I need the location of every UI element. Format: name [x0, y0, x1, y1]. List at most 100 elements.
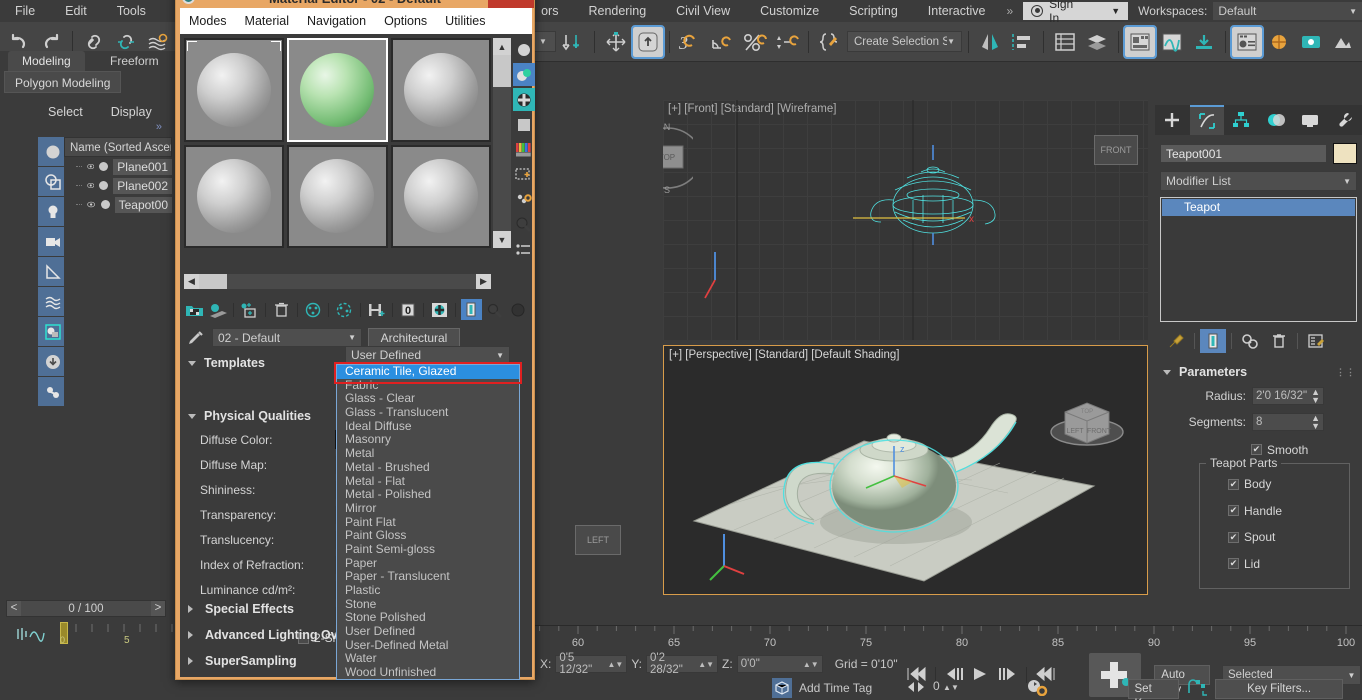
- put-to-library-icon[interactable]: [366, 299, 387, 320]
- scene-explorer-overflow[interactable]: »: [0, 119, 172, 133]
- tab-motion[interactable]: [1259, 105, 1294, 135]
- filter-groups-icon[interactable]: [38, 317, 67, 346]
- configure-modifier-sets-icon[interactable]: [1303, 329, 1329, 353]
- select-and-move-icon[interactable]: [601, 27, 631, 57]
- ribbon-tab-freeform[interactable]: Freeform: [96, 51, 173, 71]
- selection-set-combo[interactable]: Create Selection Se ▼: [847, 31, 962, 52]
- reset-map-icon[interactable]: [271, 299, 292, 320]
- pin-stack-icon[interactable]: [1163, 329, 1189, 353]
- make-unique-icon[interactable]: [334, 299, 355, 320]
- ribbon-tab-modeling[interactable]: Modeling: [8, 51, 85, 71]
- prev-key-arrow[interactable]: <: [7, 601, 21, 616]
- menu-edit[interactable]: Edit: [50, 0, 102, 22]
- filter-helpers-icon[interactable]: [38, 257, 67, 286]
- scene-converter-icon[interactable]: [1082, 27, 1112, 57]
- time-configuration-icon[interactable]: [1026, 678, 1048, 699]
- render-icon[interactable]: [1328, 27, 1358, 57]
- filter-cameras-icon[interactable]: [38, 227, 67, 256]
- make-unique-icon[interactable]: [1237, 329, 1263, 353]
- template-option[interactable]: Paint Gloss: [337, 529, 519, 543]
- template-combo[interactable]: User Defined ▼: [345, 346, 510, 364]
- sample-type-icon[interactable]: [513, 38, 535, 61]
- mat-menu-options[interactable]: Options: [375, 14, 436, 28]
- scrollbar-thumb[interactable]: [199, 274, 227, 289]
- template-option[interactable]: User-Defined Metal: [337, 638, 519, 653]
- options-icon[interactable]: [513, 188, 535, 211]
- material-id-channel-icon[interactable]: 0: [398, 299, 419, 320]
- template-option[interactable]: Masonry: [337, 433, 519, 447]
- template-option[interactable]: Metal: [337, 446, 519, 461]
- sample-slot-vscrollbar[interactable]: ▲ ▼: [493, 38, 511, 248]
- viewcube-left-face[interactable]: LEFT: [575, 525, 621, 555]
- sample-slot-2[interactable]: [287, 38, 388, 142]
- z-field[interactable]: 0'0" ▲▼: [736, 655, 823, 673]
- filter-bones-icon[interactable]: [38, 377, 67, 406]
- assign-material-to-selection-icon[interactable]: [239, 299, 260, 320]
- render-toggle-icon[interactable]: [100, 200, 110, 209]
- scene-explorer-row[interactable]: Plane002: [64, 176, 172, 195]
- select-object-icon[interactable]: [558, 27, 588, 57]
- scene-explorer-menu-select[interactable]: Select: [48, 105, 83, 119]
- viewport-perspective[interactable]: [+] [Perspective] [Standard] [Default Sh…: [663, 345, 1148, 595]
- tab-create[interactable]: [1155, 105, 1190, 135]
- template-option[interactable]: Paper - Translucent: [337, 570, 519, 584]
- template-option[interactable]: Stone Polished: [337, 611, 519, 625]
- render-production-icon[interactable]: [1296, 27, 1326, 57]
- named-selection-sets-icon[interactable]: [815, 27, 845, 57]
- object-name-input[interactable]: [1160, 144, 1327, 163]
- percent-snap-icon[interactable]: [740, 27, 770, 57]
- sample-slot-4[interactable]: [184, 144, 285, 248]
- template-option[interactable]: Plastic: [337, 583, 519, 598]
- ribbon-subtab-polygon-modeling[interactable]: Polygon Modeling: [4, 71, 122, 93]
- spinner-arrows-icon[interactable]: ▲▼: [1311, 414, 1320, 431]
- spinner-arrows-icon[interactable]: ▲▼: [943, 683, 959, 692]
- template-option[interactable]: Water: [337, 652, 519, 666]
- add-time-tag-row[interactable]: Add Time Tag: [772, 678, 872, 698]
- spinner-snap-icon[interactable]: [772, 27, 802, 57]
- object-color-swatch[interactable]: [1333, 143, 1357, 164]
- scene-explorer-row[interactable]: Teapot00: [64, 195, 172, 214]
- key-filters-button[interactable]: Key Filters...: [1215, 678, 1343, 699]
- current-frame-field[interactable]: 0 ▲▼: [933, 679, 1020, 699]
- scroll-down-icon[interactable]: ▼: [493, 231, 511, 248]
- template-option[interactable]: Stone: [337, 597, 519, 612]
- filter-shapes-icon[interactable]: [38, 167, 67, 196]
- menu-rendering[interactable]: Rendering: [573, 0, 661, 22]
- material-editor-titlebar[interactable]: Material Editor - 02 - Default: [176, 0, 534, 8]
- set-key-button[interactable]: Set Key: [1127, 678, 1180, 700]
- template-option[interactable]: Fabric: [337, 378, 519, 393]
- workspaces-combo[interactable]: Default ▼: [1213, 2, 1362, 20]
- template-option[interactable]: Paint Flat: [337, 515, 519, 530]
- modifier-stack[interactable]: Teapot: [1160, 197, 1357, 322]
- filter-xrefs-icon[interactable]: [38, 347, 67, 376]
- set-key-filters-icon[interactable]: [1185, 677, 1209, 700]
- go-forward-to-sibling-icon[interactable]: [508, 299, 529, 320]
- tab-hierarchy[interactable]: [1224, 105, 1259, 135]
- template-option[interactable]: Glass - Clear: [337, 392, 519, 406]
- filter-lights-icon[interactable]: [38, 197, 67, 226]
- viewport-front[interactable]: [+] [Front] [Standard] [Wireframe] x N W…: [663, 100, 1148, 340]
- material-id-channel-icon[interactable]: [513, 238, 535, 261]
- mat-menu-material[interactable]: Material: [236, 14, 298, 28]
- scene-object-name[interactable]: Plane002: [113, 177, 172, 194]
- spinner-arrows-icon[interactable]: ▲▼: [698, 660, 714, 669]
- scroll-up-icon[interactable]: ▲: [493, 38, 511, 55]
- select-and-rotate-icon[interactable]: [631, 24, 665, 59]
- template-option[interactable]: Ideal Diffuse: [337, 419, 519, 434]
- template-option[interactable]: Mirror: [337, 501, 519, 516]
- scrollbar-thumb[interactable]: [493, 55, 511, 87]
- teapot-part-checkbox[interactable]: ✔ Lid: [1228, 557, 1260, 571]
- material-editor-icon[interactable]: [1123, 24, 1157, 59]
- layer-explorer-icon[interactable]: [1050, 27, 1080, 57]
- mat-menu-navigation[interactable]: Navigation: [298, 14, 375, 28]
- tab-modify[interactable]: [1189, 105, 1224, 135]
- template-option[interactable]: Paper: [337, 556, 519, 571]
- sample-slot-3[interactable]: [390, 38, 491, 142]
- parameters-rollup-header[interactable]: Parameters ⋮⋮: [1155, 365, 1362, 379]
- spinner-arrows-icon[interactable]: ▲▼: [608, 660, 624, 669]
- sample-slot-1[interactable]: [184, 38, 285, 142]
- render-setup-icon[interactable]: [1230, 24, 1264, 59]
- key-step-arrows-icon[interactable]: [905, 680, 927, 697]
- material-name-combo[interactable]: 02 - Default ▼: [212, 328, 362, 347]
- make-preview-icon[interactable]: [513, 163, 535, 186]
